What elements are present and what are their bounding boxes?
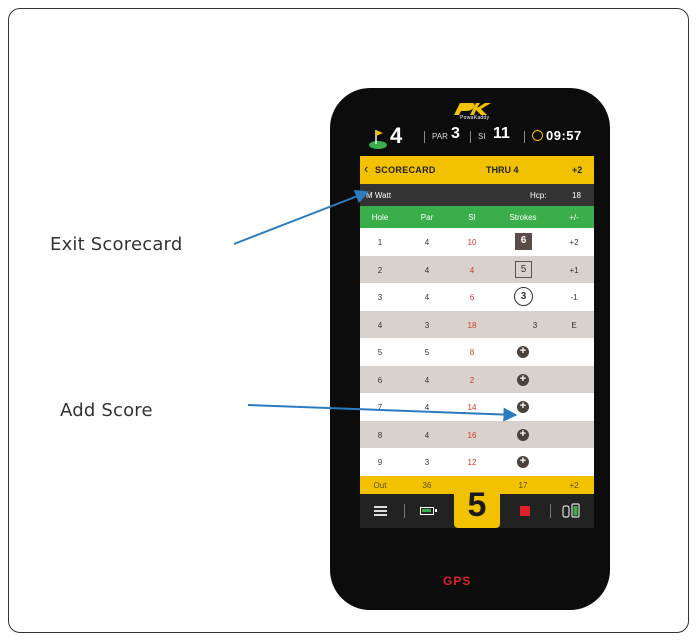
- exit-scorecard-arrow: [233, 190, 370, 245]
- callout-arrows: [233, 190, 518, 422]
- add-score-arrow: [247, 404, 518, 422]
